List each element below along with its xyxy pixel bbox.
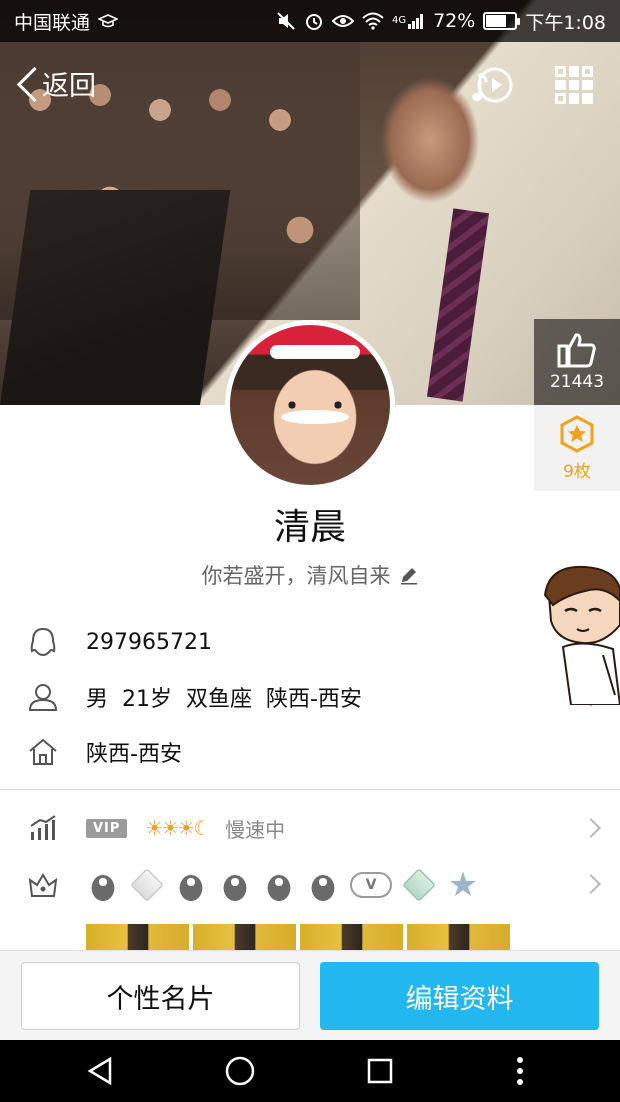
alarm-icon [304,11,324,31]
battery-percent: 72% [433,10,476,32]
battery-icon [483,12,521,30]
music-play-icon [472,67,513,103]
qq-number-row[interactable]: 297965721 [0,614,560,670]
back-button[interactable]: 返回 [16,64,96,103]
edit-profile-button[interactable]: 编辑资料 [320,962,599,1030]
green-diamond-badge [402,868,436,902]
like-counter[interactable]: 21443 [534,319,620,405]
qr-cell [555,79,566,91]
circle-home-icon [225,1056,255,1086]
badge-list: V ★ [86,868,480,902]
badge-counter[interactable]: 9枚 [534,405,620,491]
profile-details: 男 21岁 双鱼座 陕西-西安 [86,687,362,712]
edit-pencil-icon [400,568,417,585]
photo-thumbnail[interactable] [193,924,296,952]
vip-tag: VIP [86,818,128,838]
wifi-icon [362,12,384,30]
thumbs-up-icon [557,333,596,368]
penguin-fish-badge [174,868,208,902]
star-badge: ★ [447,865,479,905]
vip-row[interactable]: VIP ☀☀☀☾ 慢速中 [0,800,620,856]
qr-cell [582,66,593,77]
nav-recents-button[interactable] [360,1051,400,1091]
hometown-row[interactable]: 陕西-西安 [0,724,560,780]
qr-cell [568,93,580,104]
personal-card-button[interactable]: 个性名片 [21,962,300,1030]
status-bar: 中国联通 4G 72% 下午1:08 [0,0,620,42]
graduation-cap-icon [98,13,119,29]
photo-strip[interactable] [86,924,510,952]
clock: 下午1:08 [525,11,606,34]
avatar-hat [270,345,360,359]
vip-status: 慢速中 [225,817,286,842]
vip-level-icons: ☀☀☀☾ [145,816,211,840]
penguin-crown-badge [306,868,340,902]
mute-icon [276,11,296,31]
user-outline-icon [0,682,86,712]
profile-details-row[interactable]: 男 21岁 双鱼座 陕西-西安 [0,669,560,725]
square-recents-icon [367,1058,393,1084]
status-right: 4G 72% 下午1:08 [276,8,606,35]
eye-icon [331,13,354,29]
signal-icon: 4G [392,12,425,30]
diamond-badge [130,868,164,902]
penguin-key-badge [262,868,296,902]
penguin-badge [86,868,120,902]
status-left: 中国联通 [14,8,119,35]
qq-number: 297965721 [86,629,212,655]
star-medal-icon [560,414,594,453]
qr-cell [568,66,580,77]
profile-motto-row[interactable]: 你若盛开，清风自来 [0,560,620,590]
chevron-left-icon [16,66,36,102]
penguin-outline-icon [0,627,86,657]
badge-count: 9枚 [563,461,591,482]
carrier-label: 中国联通 [14,11,91,34]
cover-tie [426,208,490,402]
nav-back-button[interactable] [80,1051,120,1091]
cartoon-boy-icon [543,565,620,706]
qr-cell [582,93,593,104]
nav-home-button[interactable] [220,1051,260,1091]
photo-thumbnail[interactable] [86,924,189,952]
like-count: 21443 [549,372,605,392]
more-dots-icon [517,1057,523,1085]
music-play-button[interactable] [470,62,516,108]
system-nav-bar [0,1040,620,1102]
home-outline-icon [0,737,86,767]
bottom-action-bar: 个性名片 编辑资料 [0,950,620,1040]
crown-outline-icon [0,872,86,898]
growth-chart-icon [0,814,86,842]
cover-piano [0,190,231,405]
badges-row[interactable]: V ★ [0,856,620,914]
avatar[interactable] [225,320,395,490]
cloud-v-badge: V [350,872,392,898]
nav-menu-button[interactable] [500,1051,540,1091]
qr-code-button[interactable] [555,66,593,104]
photo-thumbnail[interactable] [407,924,510,952]
triangle-back-icon [87,1056,112,1086]
qr-cell [555,93,566,104]
photo-thumbnail[interactable] [300,924,403,952]
section-divider [0,789,620,790]
cartoon-mascot[interactable] [543,565,620,706]
qr-cell [568,79,580,91]
profile-name: 清晨 [273,507,346,548]
qr-code-icon [555,66,566,77]
qr-cell [582,79,593,91]
penguin-gem-badge [218,868,252,902]
battery-fill [486,15,506,27]
hometown: 陕西-西安 [86,742,182,767]
network-type: 4G [391,15,407,26]
profile-motto: 你若盛开，清风自来 [201,564,391,588]
